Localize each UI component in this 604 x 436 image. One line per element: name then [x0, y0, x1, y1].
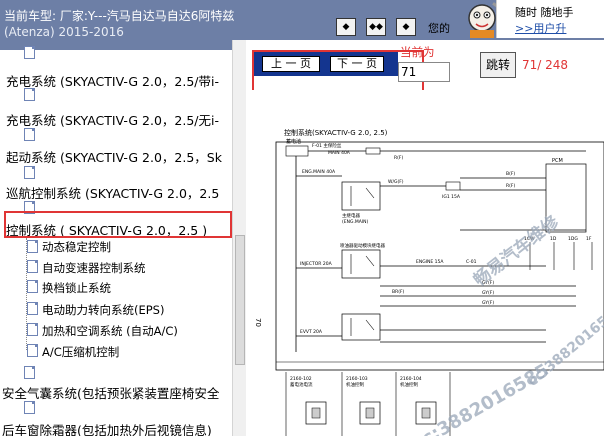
document-icon[interactable] — [24, 166, 35, 179]
current-page-label: 当前为 — [400, 45, 435, 59]
label: MAIN 40A — [328, 150, 351, 156]
label: EVVT 20A — [300, 329, 323, 335]
label: 2160-103 — [346, 376, 368, 382]
watermark: 畅易汽车维修 — [469, 211, 563, 291]
label: 1F — [586, 236, 592, 242]
label: 蓄电池电流 — [290, 381, 313, 388]
jump-button[interactable]: 跳转 — [480, 52, 516, 78]
catalog-tree: 充电系统 (SKYACTIV-G 2.0，2.5/带i- 充电系统 (SKYAC… — [0, 40, 232, 436]
label: (ENG.MAIN) — [342, 219, 369, 225]
tree-child[interactable]: 换档锁止系统 — [42, 280, 111, 296]
document-icon[interactable] — [27, 260, 38, 273]
tree-scrollbar[interactable] — [232, 40, 246, 436]
skip-prev-icon[interactable]: ◆ — [336, 18, 356, 36]
document-icon[interactable] — [27, 344, 38, 357]
diagram-side-number: 70 — [254, 318, 262, 327]
tree-item[interactable]: 安全气囊系统(包括预张紧装置座椅安全 — [2, 383, 219, 402]
tree-item[interactable]: 起动系统 (SKYACTIV-G 2.0，2.5，Sk — [6, 147, 222, 166]
label: PCM — [552, 158, 563, 164]
tree-item[interactable]: 后车窗除霜器(包括加热外后视镜信息) — [2, 420, 212, 436]
label: 机油控制 — [346, 381, 364, 388]
catalog-tree-panel: 当前车型: 厂家:Y---汽马自达马自达6阿特兹 (Atenza) 2015-2… — [0, 0, 246, 436]
document-icon[interactable] — [24, 128, 35, 141]
vehicle-line2: (Atenza) 2015-2016 — [4, 25, 124, 39]
watermark: cc:3882016585 — [525, 301, 604, 390]
vehicle-line1: 当前车型: 厂家:Y---汽马自达马自达6阿特兹 — [4, 9, 235, 23]
document-icon[interactable] — [24, 88, 35, 101]
document-icon[interactable] — [24, 46, 35, 59]
document-icon[interactable] — [27, 240, 38, 253]
tree-child[interactable]: 电动助力转向系统(EPS) — [42, 302, 164, 318]
scrollbar-thumb[interactable] — [235, 235, 245, 365]
document-icon[interactable] — [24, 401, 35, 414]
upgrade-link[interactable]: >>用户升 — [515, 20, 566, 36]
tree-item[interactable]: 巡航控制系统 (SKYACTIV-G 2.0，2.5 — [6, 183, 219, 202]
document-icon[interactable] — [27, 280, 38, 293]
document-icon[interactable] — [27, 302, 38, 315]
label: IG1 15A — [442, 194, 461, 200]
page-number-input[interactable] — [398, 62, 450, 82]
label: ENG.MAIN 40A — [302, 169, 336, 175]
label: 机油控制 — [400, 381, 418, 388]
promo-banner[interactable]: 随时 随地手 >>用户升 — [496, 0, 604, 38]
skip-next-icon[interactable]: ◆ — [396, 18, 416, 36]
label: R(F) — [506, 183, 515, 189]
label: B(F) — [506, 171, 515, 177]
tree-child[interactable]: 自动变速器控制系统 — [42, 260, 146, 276]
label: 1DG — [568, 236, 578, 242]
tree-child[interactable]: 加热和空调系统 (自动A/C) — [42, 323, 178, 339]
label: 主继电器 — [342, 212, 360, 219]
label: 2160-104 — [400, 376, 422, 382]
label: ENGINE 15A — [416, 259, 444, 265]
label: BR(F) — [392, 289, 405, 295]
skip-both-icon[interactable]: ◆◆ — [366, 18, 386, 36]
document-icon[interactable] — [24, 366, 35, 379]
tree-item[interactable]: 充电系统 (SKYACTIV-G 2.0，2.5/无i- — [6, 110, 219, 129]
label: GY(F) — [482, 300, 494, 306]
label: 蓄电池 — [286, 138, 301, 145]
label: C-01 — [466, 259, 477, 265]
page-count: 71/ 248 — [522, 58, 569, 72]
label: GY(F) — [482, 290, 494, 296]
tree-item[interactable]: 充电系统 (SKYACTIV-G 2.0，2.5/带i- — [6, 71, 219, 90]
document-icon[interactable] — [27, 323, 38, 336]
label: W/G(F) — [388, 179, 404, 185]
label: 喷油器驱动模块继电器 — [340, 242, 385, 249]
diagram-title: 控制系统(SKYACTIV-G 2.0, 2.5) — [284, 128, 388, 137]
label: 2160-102 — [290, 376, 312, 382]
selected-item-highlight — [4, 211, 232, 238]
banner-text: 随时 随地手 — [515, 6, 574, 19]
promo-text: 您的 — [428, 22, 450, 35]
label: F-01 主保险丝 — [312, 142, 342, 149]
tree-child[interactable]: A/C压缩机控制 — [42, 344, 119, 360]
tree-child[interactable]: 动态稳定控制 — [42, 239, 111, 255]
label: INJECTOR 20A — [300, 261, 333, 267]
label: R(F) — [394, 155, 403, 161]
wiring-diagram: 控制系统(SKYACTIV-G 2.0, 2.5) 70 蓄电池 F-01 主保… — [246, 90, 604, 436]
